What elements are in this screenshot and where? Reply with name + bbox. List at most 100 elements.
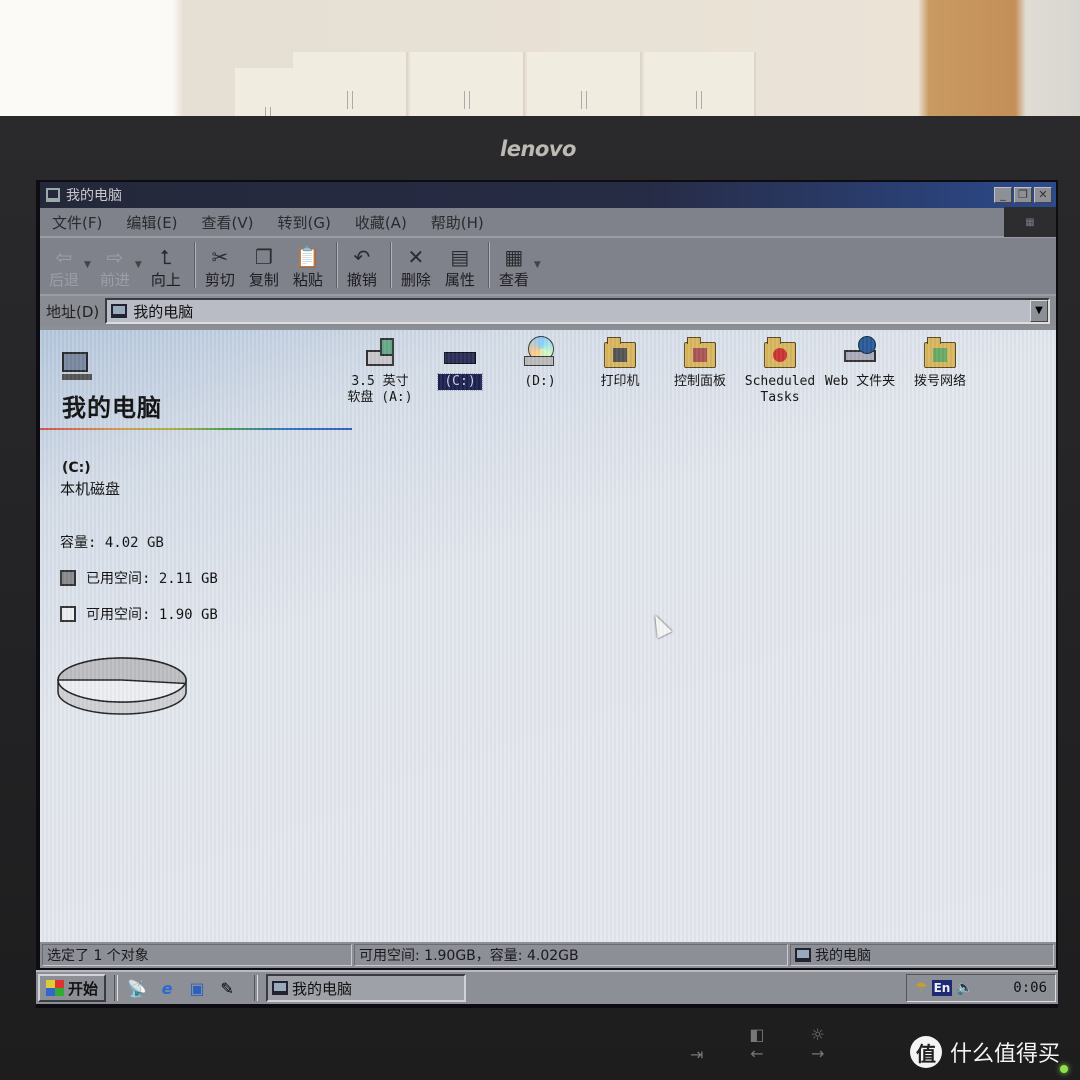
used-color-swatch xyxy=(60,570,76,586)
scheduled-tasks-folder-icon xyxy=(762,336,798,370)
status-location: 我的电脑 xyxy=(790,944,1054,966)
forward-dropdown-icon[interactable]: ▼ xyxy=(135,260,142,270)
floppy-drive-icon xyxy=(362,336,398,370)
menu-favorites[interactable]: 收藏(A) xyxy=(343,212,419,233)
item-label: 拨号网络 xyxy=(913,374,966,389)
address-input[interactable]: 我的电脑 ▼ xyxy=(105,298,1050,324)
brightness-icon: ☼ xyxy=(810,1025,825,1044)
rainbow-divider xyxy=(40,428,352,430)
desktop-item[interactable]: 打印机 xyxy=(580,330,660,406)
delete-button[interactable]: ✕ 删除 xyxy=(396,245,436,290)
toolbar-separator xyxy=(389,242,392,288)
menu-file[interactable]: 文件(F) xyxy=(40,212,114,233)
disk-usage-pie-chart xyxy=(57,657,187,715)
taskbar-separator xyxy=(114,975,119,1001)
desktop-item[interactable]: Scheduled Tasks xyxy=(740,330,820,406)
desktop-item[interactable]: Web 文件夹 xyxy=(820,330,900,406)
minimize-button[interactable]: _ xyxy=(994,187,1012,203)
selected-drive-type: 本机磁盘 xyxy=(60,480,121,498)
taskbar-separator xyxy=(254,975,259,1001)
up-label: 向上 xyxy=(150,271,181,289)
desktop-item[interactable]: (C:) xyxy=(420,330,500,406)
properties-button[interactable]: ▤ 属性 xyxy=(440,245,480,290)
title-bar[interactable]: 我的电脑 _ ❐ ✕ xyxy=(40,182,1056,208)
undo-icon: ↶ xyxy=(353,245,371,269)
forward-button[interactable]: ⇨ 前进 xyxy=(95,245,135,290)
delete-x-icon: ✕ xyxy=(407,245,425,269)
back-button[interactable]: ⇦ 后退 xyxy=(44,245,84,290)
paste-button[interactable]: 📋 粘贴 xyxy=(288,245,328,290)
taskbar-window-button[interactable]: 我的电脑 xyxy=(266,974,467,1002)
channel-icon[interactable]: 📡 xyxy=(126,977,148,999)
views-dropdown-icon[interactable]: ▼ xyxy=(534,260,541,270)
copy-button[interactable]: ❐ 复制 xyxy=(244,245,284,290)
back-label: 后退 xyxy=(48,271,79,289)
views-label: 查看 xyxy=(498,271,529,289)
folder-view: 我的电脑 (C:) 本机磁盘 容量: 4.02 GB 已用空间: 2.11 GB… xyxy=(40,330,1056,942)
computer-icon xyxy=(46,188,60,202)
right-button[interactable]: ☼ → xyxy=(811,1025,825,1064)
monitor-screen: 我的电脑 _ ❐ ✕ 文件(F) 编辑(E) 查看(V) 转到(G) 收藏(A)… xyxy=(36,180,1058,1008)
up-button[interactable]: ⮤ 向上 xyxy=(146,245,186,290)
drive-capacity: 容量: 4.02 GB xyxy=(60,535,164,551)
standard-toolbar: ⇦ 后退 ▼ ⇨ 前进 ▼ ⮤ 向上 ✂ 剪切 ❐ 复制 📋 粘贴 ↶ 撤销 ✕… xyxy=(40,238,1056,296)
properties-icon: ▤ xyxy=(450,245,470,269)
close-button[interactable]: ✕ xyxy=(1034,187,1052,203)
desktop-item[interactable]: 拨号网络 xyxy=(900,330,980,406)
ime-indicator[interactable]: En xyxy=(931,980,953,996)
hard-drive-icon xyxy=(442,336,478,370)
toolbar-separator xyxy=(487,242,490,288)
display-mode-icon: ◧ xyxy=(749,1025,765,1044)
my-computer-icon xyxy=(62,352,92,382)
views-button[interactable]: ▦ 查看 xyxy=(494,245,534,290)
input-button[interactable]: ⇥ xyxy=(690,1025,703,1064)
menu-help[interactable]: 帮助(H) xyxy=(419,212,496,233)
address-dropdown-button[interactable]: ▼ xyxy=(1030,300,1048,322)
umbrella-icon[interactable]: ☂ xyxy=(915,980,928,996)
menu-edit[interactable]: 编辑(E) xyxy=(114,212,189,233)
back-arrow-icon: ⇦ xyxy=(55,245,73,269)
start-button[interactable]: 开始 xyxy=(38,974,107,1002)
start-label: 开始 xyxy=(68,979,99,998)
watermark-text: 什么值得买 xyxy=(950,1042,1061,1067)
restore-button[interactable]: ❐ xyxy=(1014,187,1032,203)
selected-drive-name: (C:) xyxy=(62,460,91,476)
delete-label: 删除 xyxy=(400,271,431,289)
address-value: 我的电脑 xyxy=(133,302,194,321)
menu-bar: 文件(F) 编辑(E) 查看(V) 转到(G) 收藏(A) 帮助(H) ▦ xyxy=(40,207,1056,238)
toolbar-separator xyxy=(193,242,196,288)
ie-icon[interactable]: e xyxy=(156,977,178,999)
forward-label: 前进 xyxy=(99,271,130,289)
monitor-brand-logo: lenovo xyxy=(500,137,576,161)
back-dropdown-icon[interactable]: ▼ xyxy=(84,260,91,270)
mouse-pointer xyxy=(647,611,673,639)
web-view-info-pane: 我的电脑 (C:) 本机磁盘 容量: 4.02 GB 已用空间: 2.11 GB… xyxy=(40,330,360,942)
computer-icon xyxy=(111,304,128,318)
cut-label: 剪切 xyxy=(204,271,235,289)
watermark: 值 什么值得买 xyxy=(910,1036,1060,1068)
desktop-item[interactable]: 3.5 英寸 软盘 (A:) xyxy=(340,330,420,406)
desktop-item[interactable]: (D:) xyxy=(500,330,580,406)
input-icon: ⇥ xyxy=(690,1045,704,1064)
free-color-swatch xyxy=(60,606,76,622)
forward-arrow-icon: ⇨ xyxy=(106,245,124,269)
status-bar: 选定了 1 个对象 可用空间: 1.90GB，容量: 4.02GB 我的电脑 xyxy=(40,942,1056,968)
cut-button[interactable]: ✂ 剪切 xyxy=(200,245,240,290)
left-button[interactable]: ◧ ← xyxy=(749,1025,764,1064)
item-label: (C:) xyxy=(437,373,483,391)
menu-view[interactable]: 查看(V) xyxy=(190,212,266,233)
windows-flag-icon xyxy=(46,980,64,996)
copy-label: 复制 xyxy=(248,271,279,289)
address-label: 地址(D) xyxy=(46,302,100,321)
show-desktop-icon[interactable]: ▣ xyxy=(186,977,208,999)
desktop-item[interactable]: 控制面板 xyxy=(660,330,740,406)
task-label: 我的电脑 xyxy=(292,979,353,998)
clock[interactable]: 0:06 xyxy=(1013,980,1047,996)
undo-button[interactable]: ↶ 撤销 xyxy=(342,245,382,290)
outlook-icon[interactable]: ✎ xyxy=(216,977,238,999)
status-space: 可用空间: 1.90GB，容量: 4.02GB xyxy=(354,944,788,966)
item-label: Web 文件夹 xyxy=(824,374,896,389)
free-space-row: 可用空间: 1.90 GB xyxy=(60,604,218,624)
volume-icon[interactable]: 🔈 xyxy=(956,980,973,996)
menu-go[interactable]: 转到(G) xyxy=(266,212,343,233)
